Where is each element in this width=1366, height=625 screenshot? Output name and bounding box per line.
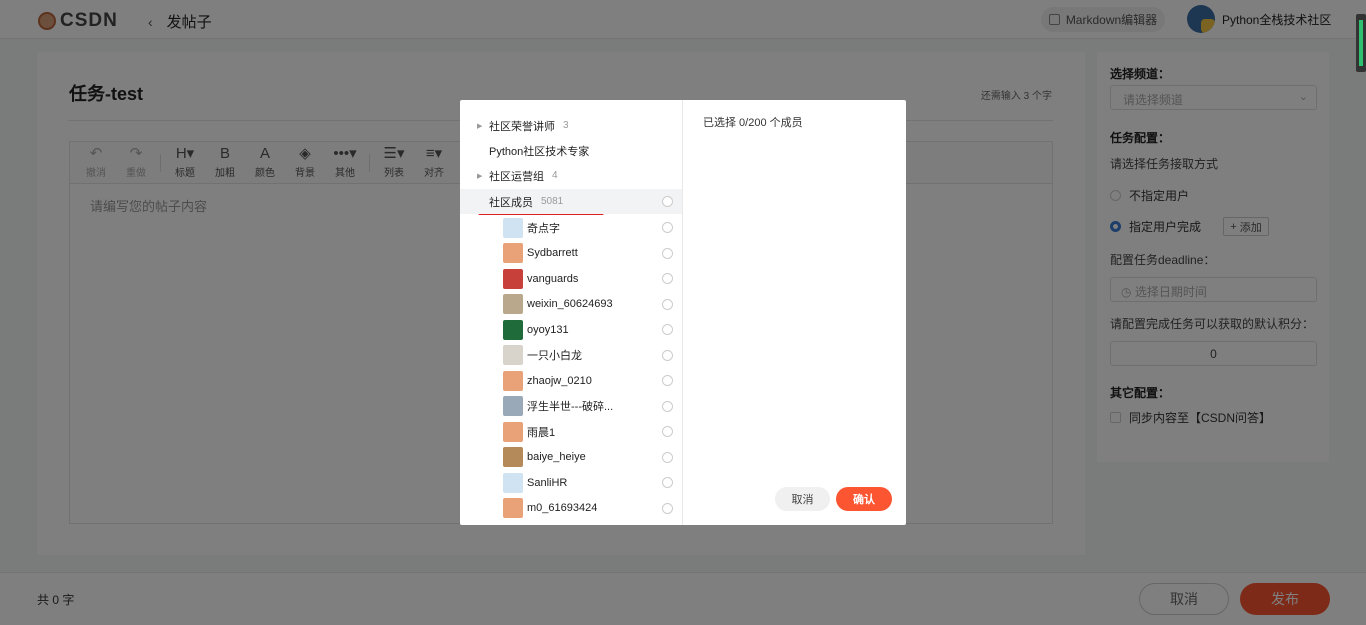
member-select-radio[interactable] [662, 273, 673, 284]
member-row[interactable]: Sydbarrett [460, 241, 682, 266]
dialog-confirm-button[interactable]: 确认 [836, 487, 892, 511]
selected-count: 已选择 0/200 个成员 [703, 117, 803, 129]
avatar [503, 217, 523, 238]
group-name: 社区荣誉讲师 [489, 120, 555, 133]
group-row[interactable]: 社区成员 5081 [460, 189, 682, 214]
member-name: 雨晨1 [527, 426, 556, 439]
member-name: zhaojw_0210 [527, 374, 592, 387]
group-row[interactable]: ▶ 社区荣誉讲师 3 [460, 113, 682, 138]
member-name: weixin_60624693 [527, 298, 613, 310]
avatar [503, 370, 523, 391]
member-name: Sydbarrett [527, 247, 578, 259]
member-select-radio[interactable] [662, 298, 673, 310]
group-name: 社区运营组 [489, 170, 544, 183]
side-scroll-indicator [1356, 14, 1366, 72]
member-row[interactable]: 一只小白龙 [460, 343, 682, 368]
avatar [503, 396, 523, 416]
group-row[interactable]: Python社区技术专家 [460, 138, 682, 163]
member-picker-dialog: ▶ 社区荣誉讲师 3 Python社区技术专家 ▶ 社区运营组 4 社区成员 5081 奇点字 Sy… [460, 100, 906, 525]
member-name: 一只小白龙 [527, 350, 582, 362]
member-select-radio[interactable] [662, 349, 673, 361]
group-select-radio[interactable] [662, 196, 673, 207]
group-name: 社区成员 [489, 196, 533, 209]
avatar [503, 472, 523, 493]
member-name: 浮生半世---破碎... [527, 401, 614, 413]
member-name: SanliHR [527, 476, 568, 489]
member-row[interactable]: vanguards [460, 266, 682, 291]
member-row[interactable]: baiye_heiye [460, 445, 682, 470]
member-name: baiye_heiye [527, 451, 586, 463]
member-row[interactable]: weixin_60624693 [460, 292, 682, 317]
member-row[interactable]: 浮生半世---破碎... [460, 394, 682, 419]
caret-right-icon: ▶ [477, 172, 483, 180]
member-row[interactable]: SanliHR [460, 470, 682, 495]
member-row[interactable]: oyoy131 [460, 317, 682, 342]
member-name: m0_61693424 [527, 502, 598, 514]
avatar [503, 243, 523, 263]
member-select-radio[interactable] [662, 426, 673, 437]
avatar [503, 294, 523, 314]
caret-right-icon: ▶ [477, 122, 483, 130]
avatar [503, 319, 523, 340]
member-name: 奇点字 [527, 222, 560, 235]
group-row[interactable]: ▶ 社区运营组 4 [460, 163, 682, 188]
member-select-radio[interactable] [662, 247, 673, 259]
member-row[interactable]: 雨晨1 [460, 419, 682, 444]
avatar [503, 447, 523, 467]
avatar [503, 345, 523, 365]
group-count: 3 [563, 120, 569, 131]
avatar [503, 421, 523, 442]
avatar [503, 268, 523, 289]
member-select-radio[interactable] [662, 477, 673, 488]
avatar [503, 498, 523, 518]
dialog-cancel-button[interactable]: 取消 [775, 487, 830, 511]
member-select-radio[interactable] [662, 502, 673, 514]
member-select-radio[interactable] [662, 400, 673, 412]
member-name: oyoy131 [527, 323, 569, 336]
selected-members-pane: 已选择 0/200 个成员 取消 确认 [683, 100, 906, 525]
group-count: 4 [552, 170, 558, 181]
member-tree[interactable]: ▶ 社区荣誉讲师 3 Python社区技术专家 ▶ 社区运营组 4 社区成员 5081 奇点字 Sy… [460, 100, 683, 525]
group-count: 5081 [541, 196, 564, 207]
member-select-radio[interactable] [662, 222, 673, 233]
member-select-radio[interactable] [662, 451, 673, 463]
member-select-radio[interactable] [662, 375, 673, 386]
member-row[interactable]: zhaojw_0210 [460, 368, 682, 393]
member-row[interactable]: m0_61693424 [460, 496, 682, 521]
member-row[interactable]: 奇点字 [460, 215, 682, 240]
member-name: vanguards [527, 272, 579, 285]
group-name: Python社区技术专家 [489, 145, 590, 158]
member-select-radio[interactable] [662, 324, 673, 335]
